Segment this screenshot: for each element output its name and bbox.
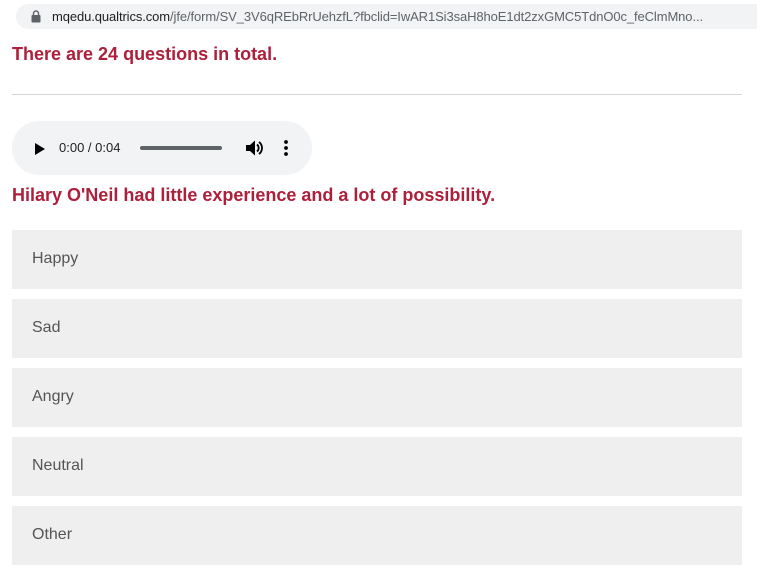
choice-label: Sad — [32, 319, 61, 336]
audio-time: 0:00 / 0:04 — [59, 140, 121, 155]
url-text: mqedu.qualtrics.com/jfe/form/SV_3V6qREbR… — [52, 9, 703, 24]
url-path: /jfe/form/SV_3V6qREbRrUehzfL?fbclid=IwAR… — [170, 9, 703, 24]
more-vert-icon[interactable] — [280, 138, 292, 158]
audio-seek-bar[interactable] — [140, 146, 222, 150]
volume-icon[interactable] — [245, 139, 263, 157]
choice-happy[interactable]: Happy — [12, 230, 742, 289]
clipped-heading — [0, 29, 757, 37]
choice-label: Happy — [32, 250, 79, 267]
choice-neutral[interactable]: Neutral — [12, 437, 742, 496]
choice-label: Neutral — [32, 457, 84, 474]
choice-label: Other — [32, 526, 73, 543]
question-text: Hilary O'Neil had little experience and … — [12, 185, 496, 205]
choice-sad[interactable]: Sad — [12, 299, 742, 358]
question-count-text: There are 24 questions in total. — [12, 44, 278, 64]
play-icon[interactable] — [34, 142, 46, 155]
audio-player[interactable]: 0:00 / 0:04 — [12, 121, 312, 175]
divider — [12, 94, 742, 95]
url-host: mqedu.qualtrics.com — [52, 9, 171, 24]
url-field[interactable]: mqedu.qualtrics.com/jfe/form/SV_3V6qREbR… — [16, 4, 757, 29]
choice-angry[interactable]: Angry — [12, 368, 742, 427]
choice-other[interactable]: Other — [12, 506, 742, 565]
choice-label: Angry — [32, 388, 74, 405]
lock-icon — [28, 9, 44, 25]
